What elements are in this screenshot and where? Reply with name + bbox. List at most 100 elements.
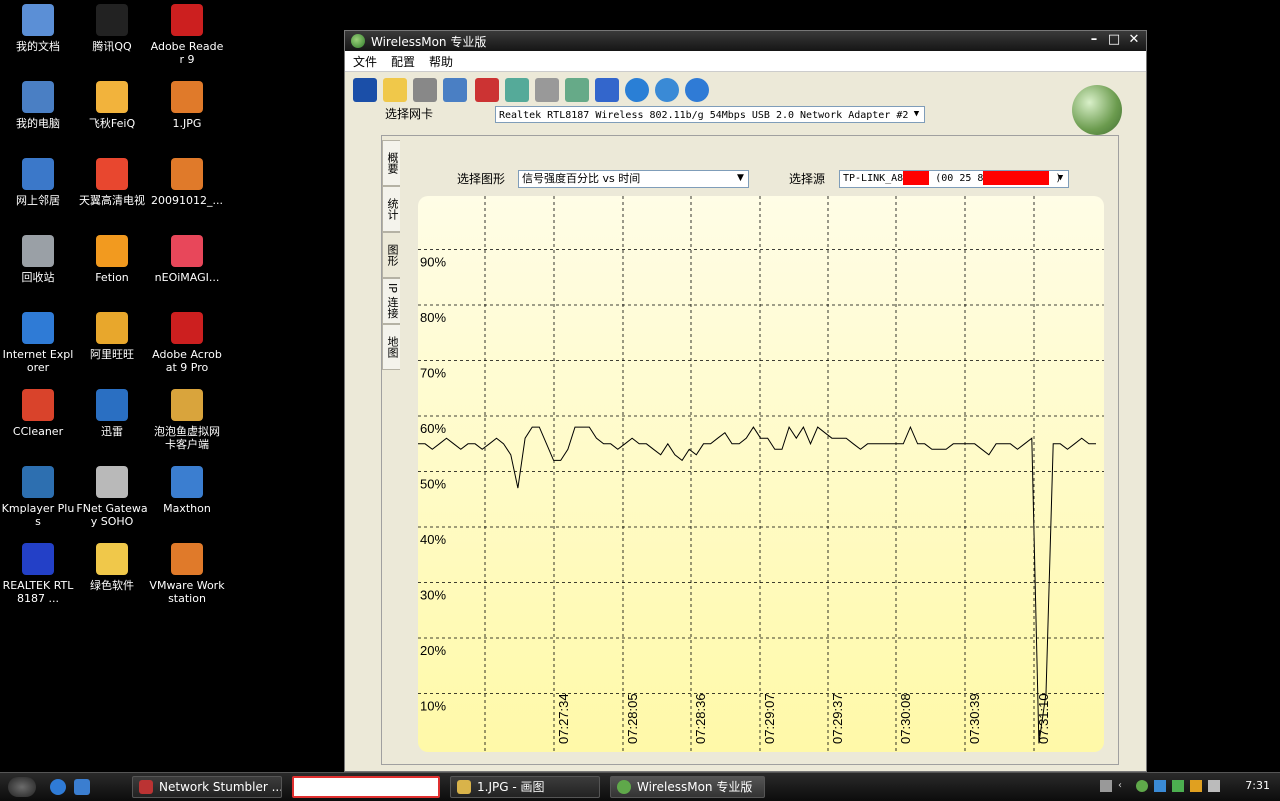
- desktop-icon[interactable]: REALTEK RTL8187 ...: [0, 543, 76, 605]
- adapter-icon[interactable]: [535, 78, 559, 102]
- desktop-icon-label: VMware Workstation: [149, 579, 225, 605]
- tab-graph[interactable]: 图形: [382, 232, 400, 278]
- desktop-icon[interactable]: 腾讯QQ: [74, 4, 150, 53]
- chevron-down-icon[interactable]: ▼: [1053, 171, 1068, 186]
- desktop-icon[interactable]: Fetion: [74, 235, 150, 284]
- close-button[interactable]: ✕: [1126, 33, 1142, 49]
- x-tick-label: 07:28:05: [625, 693, 640, 744]
- gauge-icon[interactable]: [413, 78, 437, 102]
- graph-type-label: 选择图形: [457, 172, 506, 186]
- desktop-icon[interactable]: Maxthon: [149, 466, 225, 515]
- qq-penguin-icon: [96, 4, 128, 36]
- desktop-icon-label: CCleaner: [12, 425, 64, 438]
- start-button[interactable]: [8, 777, 36, 797]
- connect-icon[interactable]: [505, 78, 529, 102]
- disconnect-icon[interactable]: [475, 78, 499, 102]
- keyboard-icon[interactable]: [1100, 780, 1112, 792]
- chart-svg: 90% 80% 70% 60% 50% 40% 30% 20% 10% 07:27:34 07:28…: [418, 196, 1104, 752]
- fetion-icon: [96, 235, 128, 267]
- save-icon[interactable]: [353, 78, 377, 102]
- desktop-icon[interactable]: FNet Gateway SOHO: [74, 466, 150, 528]
- documents-icon: [22, 4, 54, 36]
- globe-icon[interactable]: [625, 78, 649, 102]
- network-places-icon: [22, 158, 54, 190]
- y-tick-label: 60%: [420, 421, 446, 436]
- taskbar-redacted-button[interactable]: [292, 776, 440, 798]
- graph-type-dropdown[interactable]: 信号强度百分比 vs 时间 ▼: [518, 170, 749, 188]
- adobe-reader-icon: [171, 4, 203, 36]
- wirelessmon-tray-icon[interactable]: [1136, 780, 1148, 792]
- ccleaner-icon: [22, 389, 54, 421]
- title-bar[interactable]: WirelessMon 专业版 – □ ✕: [345, 31, 1146, 51]
- desktop-icon-label: 20091012_...: [151, 194, 223, 207]
- network-tray-icon[interactable]: [1154, 780, 1166, 792]
- wirelessmon-icon: [617, 780, 631, 794]
- chevron-left-icon[interactable]: ‹: [1118, 780, 1130, 792]
- window-title: WirelessMon 专业版: [371, 34, 487, 49]
- desktop-icon[interactable]: Adobe Acrobat 9 Pro: [149, 312, 225, 374]
- desktop-icon-label: FNet Gateway SOHO: [76, 502, 148, 528]
- desktop-icon[interactable]: 20091012_...: [149, 158, 225, 207]
- desktop-icon-label: 回收站: [21, 271, 55, 284]
- help-icon[interactable]: [685, 78, 709, 102]
- nic-dropdown[interactable]: Realtek RTL8187 Wireless 802.11b/g 54Mbp…: [495, 106, 925, 123]
- desktop-icon[interactable]: Internet Explorer: [0, 312, 76, 374]
- desktop-icon[interactable]: 泡泡鱼虚拟网卡客户端: [149, 389, 225, 451]
- fnet-gateway-icon: [96, 466, 128, 498]
- desktop-icon[interactable]: Kmplayer Plus: [0, 466, 76, 528]
- tab-map[interactable]: 地图: [382, 324, 400, 370]
- clock[interactable]: 7:31: [1245, 779, 1270, 792]
- chevron-down-icon[interactable]: ▼: [733, 171, 748, 186]
- desktop-icon[interactable]: 迅雷: [74, 389, 150, 438]
- menu-help[interactable]: 帮助: [429, 53, 453, 70]
- y-tick-label: 80%: [420, 310, 446, 325]
- taskbar-wirelessmon[interactable]: WirelessMon 专业版: [610, 776, 765, 798]
- minimize-button[interactable]: –: [1086, 33, 1102, 49]
- desktop-icon[interactable]: VMware Workstation: [149, 543, 225, 605]
- menu-file[interactable]: 文件: [353, 53, 377, 70]
- redacted-block: [983, 171, 1050, 185]
- desktop-icon-label: REALTEK RTL8187 ...: [2, 579, 74, 605]
- desktop-icon[interactable]: 阿里旺旺: [74, 312, 150, 361]
- desktop-icon[interactable]: 回收站: [0, 235, 76, 284]
- chevron-down-icon[interactable]: ▼: [909, 107, 924, 122]
- desktop-icon[interactable]: 网上邻居: [0, 158, 76, 207]
- signal-bars-icon[interactable]: [1172, 780, 1184, 792]
- desktop-icon[interactable]: Adobe Reader 9: [149, 4, 225, 66]
- checklist-icon[interactable]: [595, 78, 619, 102]
- maximize-button[interactable]: □: [1106, 33, 1122, 49]
- tab-statistics[interactable]: 统计: [382, 186, 400, 232]
- desktop-icon[interactable]: nEOiMAGI...: [149, 235, 225, 284]
- desktop-icon[interactable]: 绿色软件: [74, 543, 150, 592]
- desktop-icon-label: 我的文档: [16, 40, 60, 53]
- taskbar-paint[interactable]: 1.JPG - 画图: [450, 776, 600, 798]
- properties-icon[interactable]: [565, 78, 589, 102]
- source-dropdown[interactable]: TP-LINK_A8 (00 25 8 ) ▼: [839, 170, 1069, 188]
- taskbar-network-stumbler[interactable]: Network Stumbler ...: [132, 776, 282, 798]
- feiq-icon: [96, 81, 128, 113]
- desktop-icon[interactable]: 1.JPG: [149, 81, 225, 130]
- volume-icon[interactable]: [1208, 780, 1220, 792]
- tab-ip-connection[interactable]: IP 连接: [382, 278, 400, 324]
- computer-icon: [22, 81, 54, 113]
- qq-tray-icon[interactable]: [1190, 780, 1202, 792]
- tab-summary[interactable]: 概要: [382, 140, 400, 186]
- desktop-icon-label: 飞秋FeiQ: [88, 117, 136, 130]
- open-folder-icon[interactable]: [383, 78, 407, 102]
- recycle-bin-icon: [22, 235, 54, 267]
- desktop-icon[interactable]: 天翼高清电视: [74, 158, 150, 207]
- nic-label: 选择网卡: [385, 107, 434, 121]
- desktop-icon-label: 天翼高清电视: [79, 194, 145, 207]
- desktop-icon[interactable]: 飞秋FeiQ: [74, 81, 150, 130]
- network-icon[interactable]: [443, 78, 467, 102]
- info-icon[interactable]: [655, 78, 679, 102]
- desktop-icon[interactable]: 我的文档: [0, 4, 76, 53]
- realtek-wifi-icon: [22, 543, 54, 575]
- source-value-mid: (00 25 8: [935, 173, 984, 184]
- maxthon-quicklaunch-icon[interactable]: [74, 779, 90, 795]
- desktop-icon-label: Fetion: [95, 271, 129, 284]
- desktop-icon[interactable]: 我的电脑: [0, 81, 76, 130]
- ie-quicklaunch-icon[interactable]: [50, 779, 66, 795]
- menu-config[interactable]: 配置: [391, 53, 415, 70]
- desktop-icon[interactable]: CCleaner: [0, 389, 76, 438]
